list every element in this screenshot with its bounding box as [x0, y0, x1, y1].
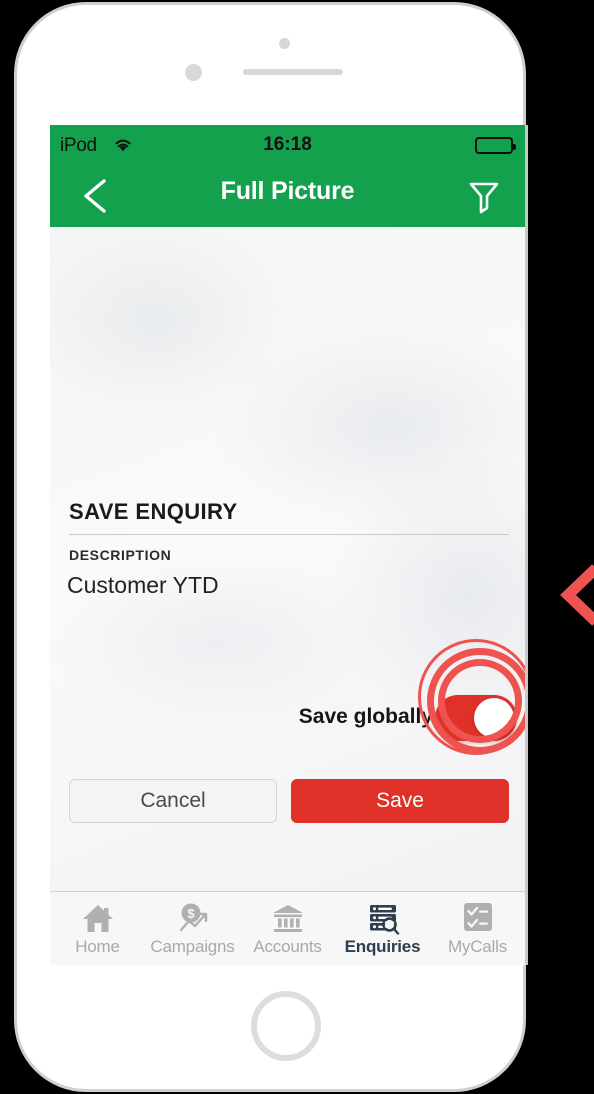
tab-label: Campaigns [150, 936, 235, 956]
clock-label: 16:18 [263, 134, 312, 155]
tab-campaigns[interactable]: $ Campaigns [145, 892, 240, 965]
page-title: Full Picture [220, 177, 355, 205]
proximity-sensor-icon [185, 64, 202, 81]
phone-screen: iPod 16:18 Full Picture SAVE ENQUIRY DES… [50, 125, 528, 965]
tab-label: Enquiries [344, 936, 421, 956]
bottom-tab-bar: Home $ Campaigns Accounts Enquiries MyCa… [50, 891, 525, 965]
toggle-knob [474, 698, 514, 738]
description-field-label: DESCRIPTION [69, 547, 172, 563]
server-search-icon [365, 901, 401, 935]
svg-text:$: $ [187, 906, 195, 921]
home-button[interactable] [251, 991, 321, 1061]
save-globally-label: Save globally [298, 705, 433, 728]
tab-label: Accounts [253, 936, 322, 956]
tab-label: Home [75, 936, 120, 956]
save-globally-toggle[interactable] [435, 695, 517, 741]
tab-home[interactable]: Home [50, 892, 145, 965]
save-enquiry-form: SAVE ENQUIRY DESCRIPTION Customer YTD Sa… [50, 227, 525, 892]
status-bar: iPod 16:18 [50, 125, 525, 165]
tab-accounts[interactable]: Accounts [240, 892, 335, 965]
chevron-left-pointer-icon [558, 562, 594, 632]
front-camera-icon [279, 38, 290, 49]
save-button[interactable]: Save [291, 779, 509, 823]
cancel-button[interactable]: Cancel [69, 779, 277, 823]
form-button-row: Cancel Save [69, 779, 509, 823]
navigation-bar: Full Picture [50, 165, 525, 227]
tab-label: MyCalls [447, 936, 508, 956]
home-icon [80, 901, 116, 935]
battery-full-icon [475, 137, 516, 154]
phone-device-frame: iPod 16:18 Full Picture SAVE ENQUIRY DES… [14, 2, 528, 1092]
bank-building-icon [270, 901, 306, 935]
description-field-value[interactable]: Customer YTD [67, 572, 219, 599]
section-divider [69, 534, 509, 535]
campaigns-dollar-chart-icon: $ [175, 901, 211, 935]
tab-mycalls[interactable]: MyCalls [430, 892, 525, 965]
tab-enquiries[interactable]: Enquiries [335, 892, 430, 965]
funnel-filter-icon[interactable] [465, 177, 503, 215]
earpiece-speaker [243, 69, 343, 75]
checklist-icon [460, 901, 496, 935]
section-title: SAVE ENQUIRY [69, 499, 238, 524]
save-globally-row: Save globally [50, 639, 525, 755]
